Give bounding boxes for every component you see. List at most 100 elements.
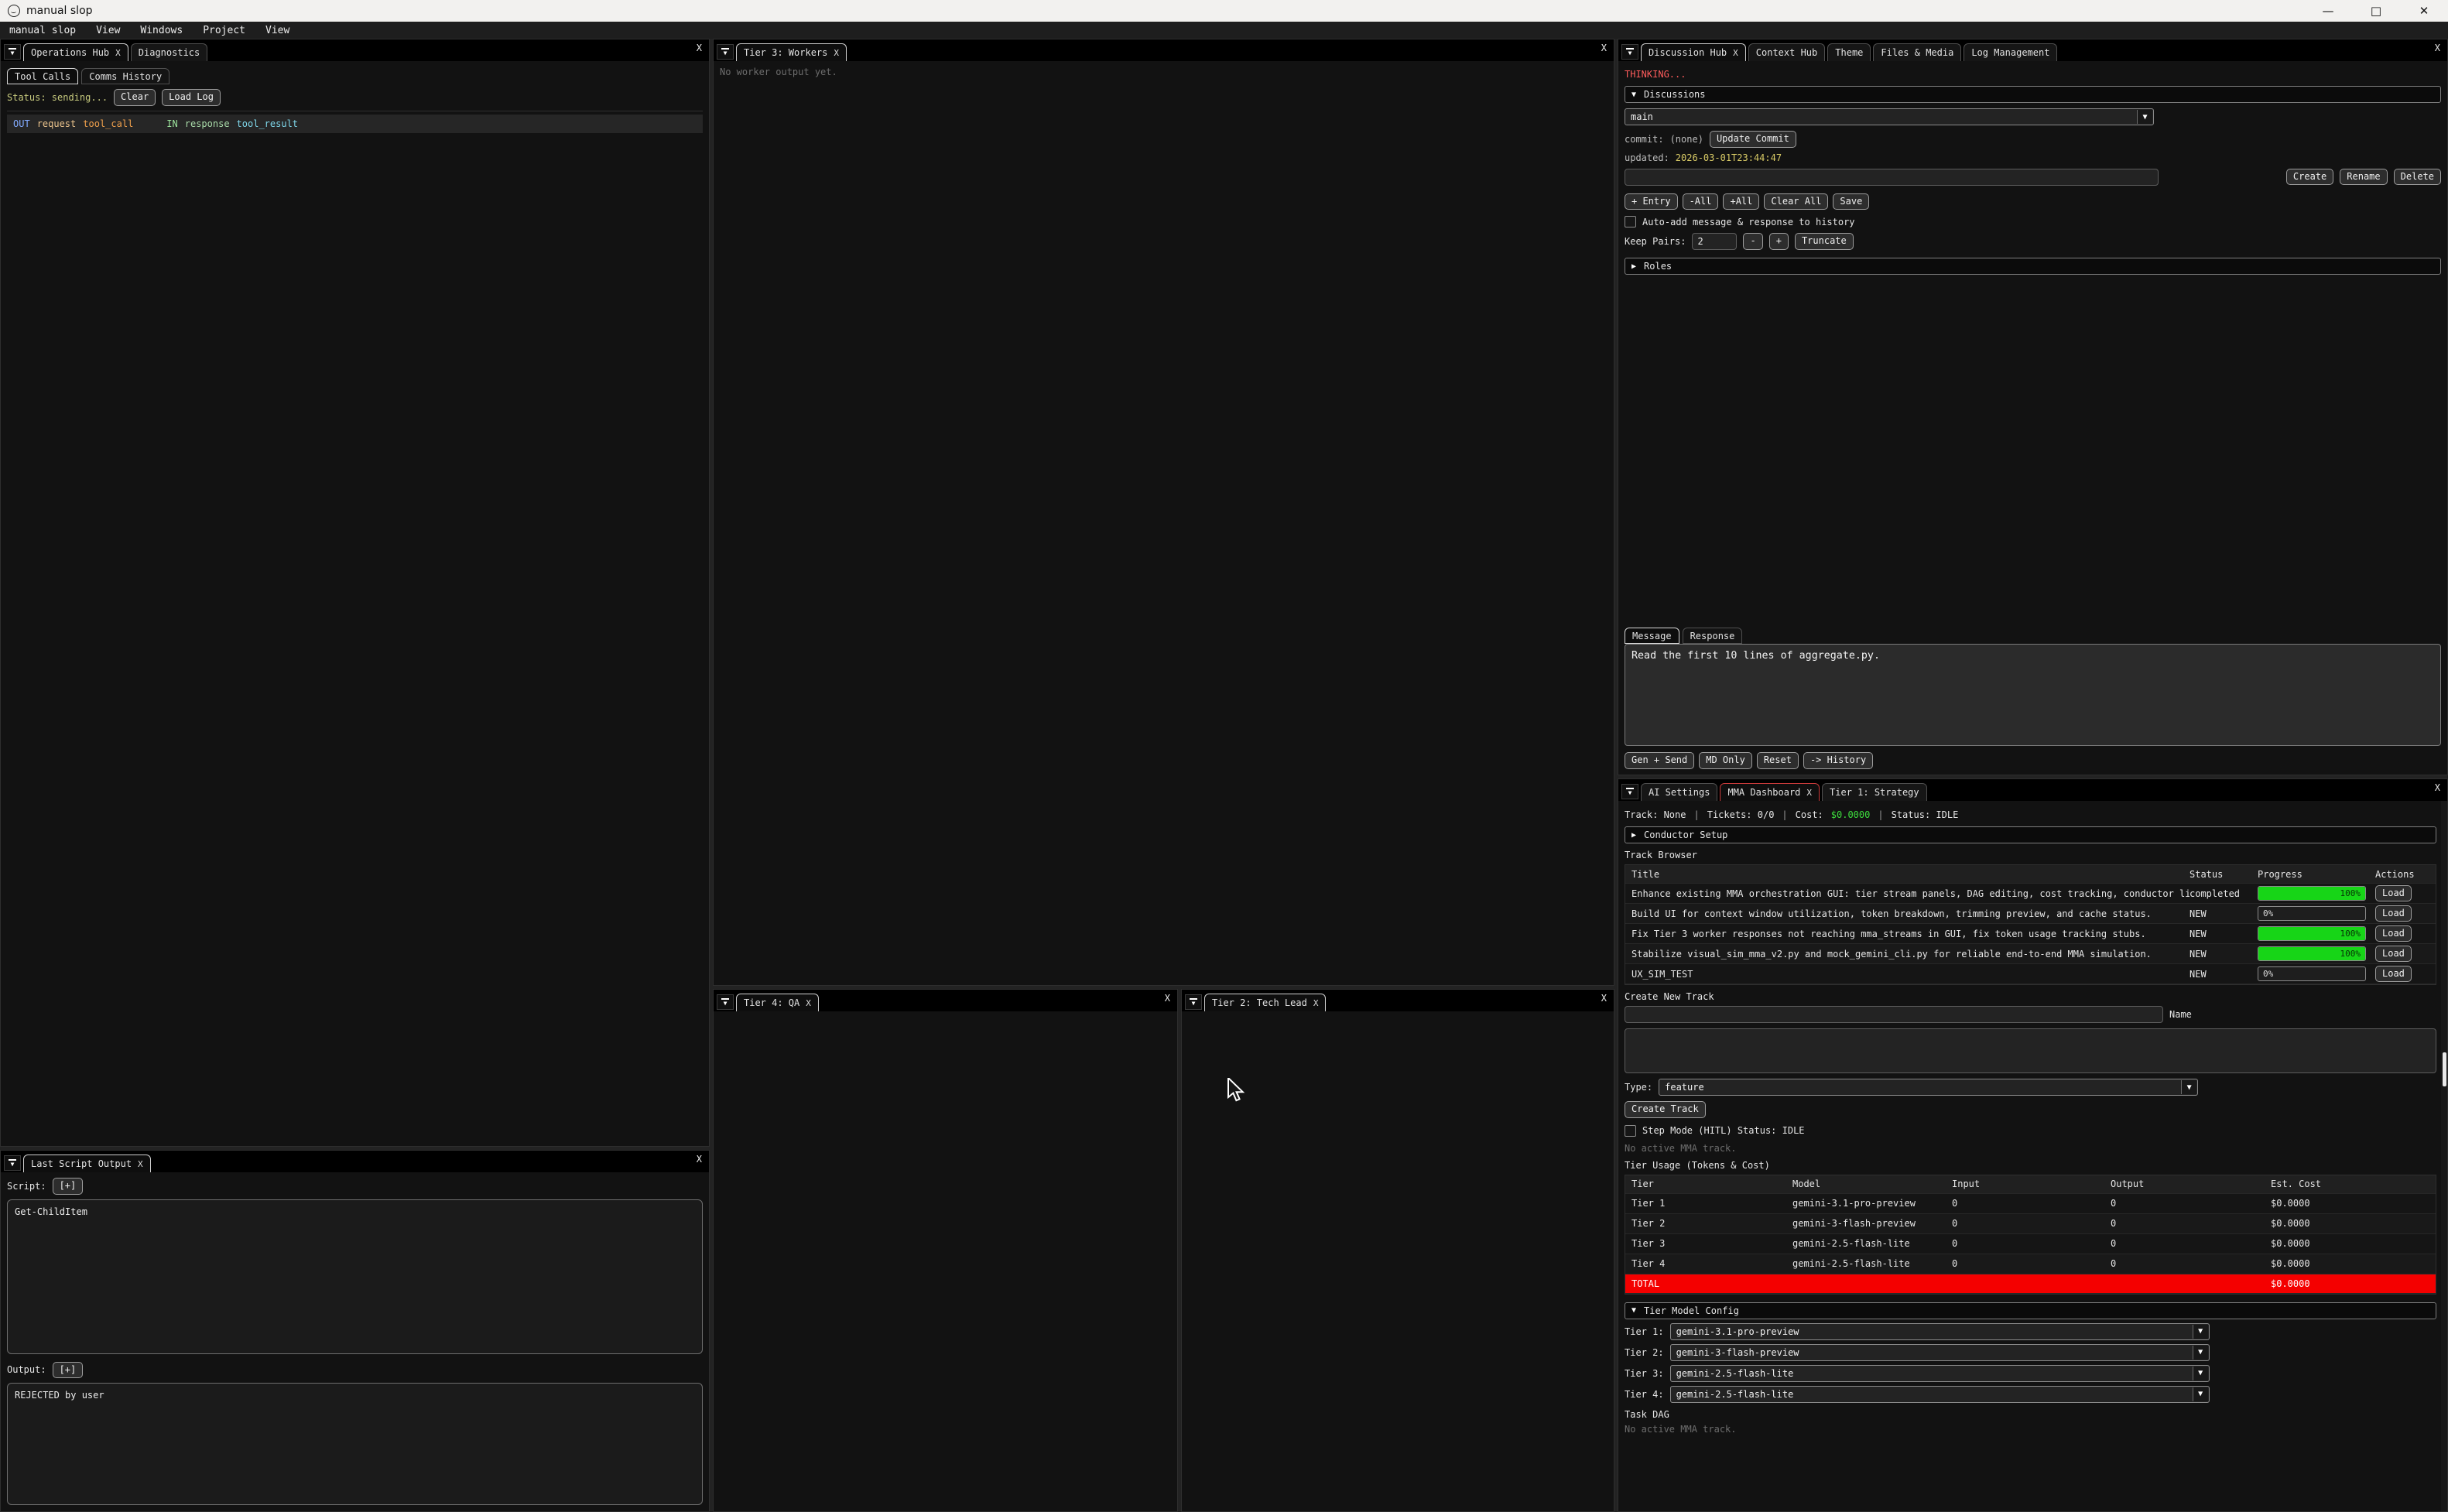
to-history-button[interactable]: -> History [1803, 752, 1873, 769]
tab-filter-icon[interactable]: ▼ [1621, 784, 1638, 799]
tab-context-hub[interactable]: Context Hub [1748, 43, 1825, 61]
keep-pairs-plus-button[interactable]: + [1769, 233, 1789, 250]
tab-tier4-qa[interactable]: Tier 4: QA X [736, 994, 819, 1011]
tier2-model-select[interactable]: gemini-3-flash-preview ▼ [1670, 1344, 2210, 1361]
save-button[interactable]: Save [1833, 193, 1869, 210]
tier-model-config-header[interactable]: ▼ Tier Model Config [1625, 1302, 2436, 1319]
menu-windows[interactable]: Windows [140, 25, 183, 36]
load-track-button[interactable]: Load [2375, 925, 2412, 942]
tab-filter-icon[interactable]: ▼ [4, 1155, 21, 1171]
tab-theme[interactable]: Theme [1827, 43, 1871, 61]
tab-close-icon[interactable]: X [138, 1159, 143, 1169]
clear-button[interactable]: Clear [114, 89, 156, 106]
panel-close-icon[interactable]: X [697, 1154, 702, 1165]
track-type-select[interactable]: feature ▼ [1659, 1079, 2198, 1096]
subtab-comms-history[interactable]: Comms History [81, 68, 169, 84]
keep-pairs-input[interactable] [1692, 233, 1737, 250]
collapse-all-button[interactable]: -All [1683, 193, 1719, 210]
reset-button[interactable]: Reset [1757, 752, 1799, 769]
delete-discussion-button[interactable]: Delete [2394, 169, 2441, 186]
tab-close-icon[interactable]: X [834, 48, 839, 58]
menu-project[interactable]: Project [203, 25, 245, 36]
track-name-input[interactable] [1625, 1006, 2163, 1023]
tier4-model-select[interactable]: gemini-2.5-flash-lite ▼ [1670, 1386, 2210, 1403]
tier2-model-label: Tier 2: [1625, 1347, 1664, 1358]
panel-close-icon[interactable]: X [1601, 993, 1607, 1004]
panel-close-icon[interactable]: X [1165, 993, 1170, 1004]
update-commit-button[interactable]: Update Commit [1710, 131, 1796, 148]
discussions-section-header[interactable]: ▼ Discussions [1625, 86, 2441, 103]
truncate-button[interactable]: Truncate [1795, 233, 1854, 250]
load-track-button[interactable]: Load [2375, 966, 2412, 983]
tab-tier1-strategy[interactable]: Tier 1: Strategy [1822, 783, 1927, 801]
step-mode-checkbox[interactable] [1625, 1125, 1636, 1137]
tab-ai-settings[interactable]: AI Settings [1641, 783, 1717, 801]
scrollbar-track[interactable] [2441, 801, 2447, 1511]
menu-view[interactable]: View [96, 25, 120, 36]
tab-response[interactable]: Response [1683, 628, 1743, 644]
output-expand-button[interactable]: [+] [53, 1362, 84, 1379]
tab-filter-icon[interactable]: ▼ [717, 44, 734, 60]
discussion-select[interactable]: main ▼ [1625, 108, 2154, 125]
expand-all-button[interactable]: +All [1723, 193, 1759, 210]
tab-tier3-workers[interactable]: Tier 3: Workers X [736, 43, 847, 61]
maximize-button[interactable]: □ [2352, 0, 2400, 22]
tab-message[interactable]: Message [1625, 628, 1679, 644]
output-textarea[interactable]: REJECTED by user [7, 1383, 703, 1505]
scrollbar-thumb[interactable] [2443, 1052, 2446, 1086]
tab-tier2-tech-lead[interactable]: Tier 2: Tech Lead X [1204, 994, 1326, 1011]
tool-call-row[interactable]: OUT request tool_call IN response tool_r… [7, 115, 703, 133]
tab-close-icon[interactable]: X [115, 48, 121, 58]
panel-close-icon[interactable]: X [2435, 782, 2440, 793]
discussion-name-input[interactable] [1625, 169, 2159, 186]
subtab-tool-calls[interactable]: Tool Calls [7, 68, 78, 84]
minimize-button[interactable]: — [2304, 0, 2352, 22]
tab-filter-icon[interactable]: ▼ [717, 994, 734, 1010]
load-track-button[interactable]: Load [2375, 946, 2412, 963]
gen-send-button[interactable]: Gen + Send [1625, 752, 1694, 769]
rename-discussion-button[interactable]: Rename [2340, 169, 2387, 186]
close-button[interactable]: ✕ [2400, 0, 2448, 22]
tab-diagnostics[interactable]: Diagnostics [131, 43, 207, 61]
load-track-button[interactable]: Load [2375, 885, 2412, 902]
track-title: Build UI for context window utilization,… [1625, 908, 2190, 919]
tab-close-icon[interactable]: X [1313, 998, 1319, 1008]
tab-last-script-output[interactable]: Last Script Output X [23, 1155, 151, 1172]
tab-close-icon[interactable]: X [806, 998, 811, 1008]
tab-filter-icon[interactable]: ▼ [1185, 994, 1202, 1010]
track-description-textarea[interactable] [1625, 1028, 2436, 1073]
mma-tabbar: ▼ AI Settings MMA Dashboard X Tier 1: St… [1618, 779, 2447, 801]
tab-files-media[interactable]: Files & Media [1873, 43, 1961, 61]
tab-filter-icon[interactable]: ▼ [4, 44, 21, 60]
load-track-button[interactable]: Load [2375, 905, 2412, 922]
panel-close-icon[interactable]: X [2435, 43, 2440, 53]
clear-all-button[interactable]: Clear All [1764, 193, 1828, 210]
md-only-button[interactable]: MD Only [1699, 752, 1752, 769]
script-expand-button[interactable]: [+] [53, 1178, 84, 1195]
tab-filter-icon[interactable]: ▼ [1621, 44, 1638, 60]
add-entry-button[interactable]: + Entry [1625, 193, 1678, 210]
autoadd-checkbox[interactable] [1625, 216, 1636, 227]
expanded-icon: ▼ [1631, 1306, 1636, 1315]
create-discussion-button[interactable]: Create [2286, 169, 2333, 186]
tier1-model-select[interactable]: gemini-3.1-pro-preview ▼ [1670, 1323, 2210, 1340]
script-textarea[interactable]: Get-ChildItem [7, 1199, 703, 1354]
load-log-button[interactable]: Load Log [162, 89, 221, 106]
menu-view-2[interactable]: View [265, 25, 289, 36]
tab-operations-hub[interactable]: Operations Hub X [23, 43, 128, 61]
tab-close-icon[interactable]: X [1733, 48, 1738, 58]
tier3-model-select[interactable]: gemini-2.5-flash-lite ▼ [1670, 1365, 2210, 1382]
tab-mma-dashboard[interactable]: MMA Dashboard X [1720, 783, 1820, 801]
menu-manual-slop[interactable]: manual slop [9, 25, 76, 36]
conductor-setup-header[interactable]: ▶ Conductor Setup [1625, 826, 2436, 843]
keep-pairs-minus-button[interactable]: - [1743, 233, 1762, 250]
roles-section-header[interactable]: ▶ Roles [1625, 258, 2441, 275]
tab-log-management[interactable]: Log Management [1964, 43, 2057, 61]
message-textarea[interactable]: Read the first 10 lines of aggregate.py. [1625, 644, 2441, 746]
panel-close-icon[interactable]: X [697, 43, 702, 53]
create-track-button[interactable]: Create Track [1625, 1101, 1706, 1118]
tab-discussion-hub[interactable]: Discussion Hub X [1641, 43, 1746, 61]
tab-close-icon[interactable]: X [1806, 788, 1812, 798]
track-status-badge: NEW [2190, 908, 2258, 919]
panel-close-icon[interactable]: X [1601, 43, 1607, 53]
